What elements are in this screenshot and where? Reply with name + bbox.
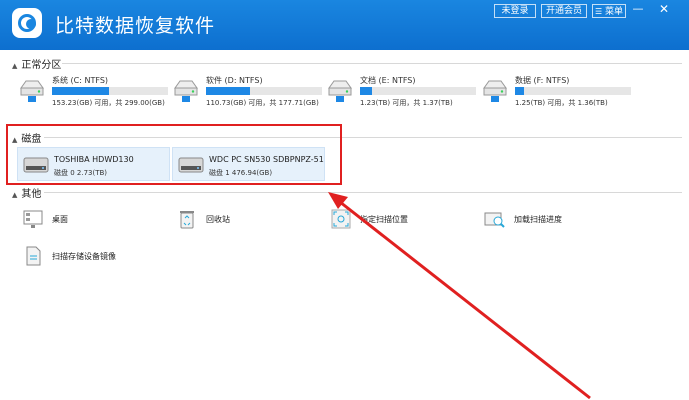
annotation-arrow — [328, 192, 591, 400]
